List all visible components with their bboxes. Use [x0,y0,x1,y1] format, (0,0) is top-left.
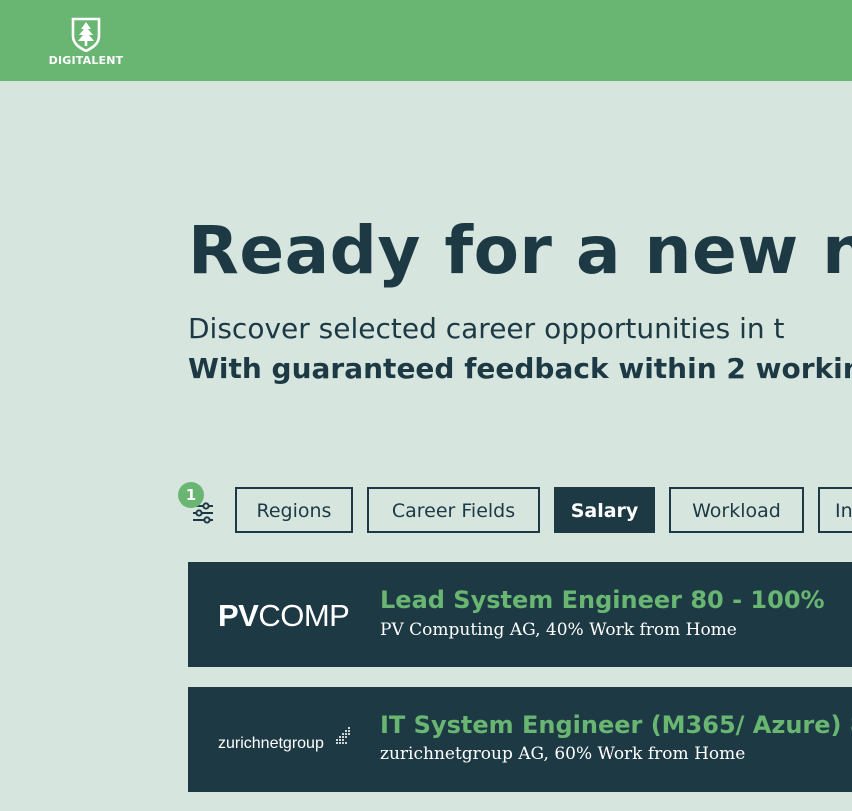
job-card[interactable]: PVCOMP Lead System Engineer 80 - 100% PV… [188,562,852,667]
filter-chip-salary[interactable]: Salary [554,487,655,533]
company-logo-text: zurichnetgroup [218,735,324,752]
tree-shield-icon [71,17,101,52]
job-company-line: PV Computing AG, 40% Work from Home [380,620,737,640]
pvcomp-company-logo: PVCOMP [218,598,350,633]
company-logo-text: PVCOMP [218,598,349,633]
filter-chip-regions[interactable]: Regions [235,487,353,533]
hero-subtitle: Discover selected career opportunities i… [188,312,785,345]
filter-chip-workload[interactable]: Workload [669,487,804,533]
job-title[interactable]: IT System Engineer (M365/ Azure) 80 [380,711,852,739]
job-card[interactable]: zurichnetgroup IT System Engineer (M365/… [188,687,852,792]
job-company-line: zurichnetgroup AG, 60% Work from Home [380,744,746,764]
hero-feedback-note: With guaranteed feedback within 2 workin [188,352,852,385]
filter-chip-career-fields[interactable]: Career Fields [367,487,540,533]
active-filter-count-badge: 1 [178,482,204,508]
filter-chip-industry[interactable]: In [818,487,852,533]
digitalent-logo-link[interactable]: DIGITALENT [42,14,130,70]
top-navigation-bar: DIGITALENT [0,0,852,81]
hero-title: Ready for a new n [188,212,852,289]
zurichnetgroup-company-logo: zurichnetgroup [218,727,350,752]
job-title[interactable]: Lead System Engineer 80 - 100% [380,586,825,614]
filter-toggle-button[interactable]: 1 [176,482,218,526]
brand-name: DIGITALENT [48,54,124,67]
